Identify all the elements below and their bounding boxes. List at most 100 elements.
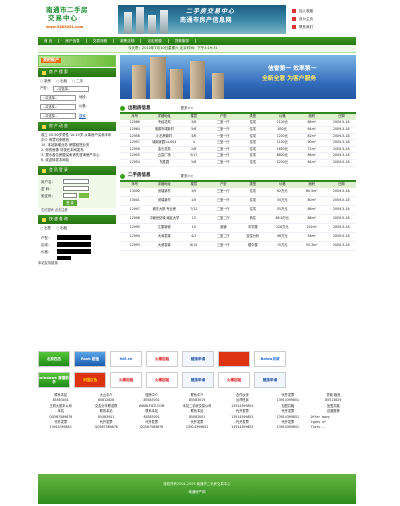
table-cell: 12993 [120, 241, 150, 252]
dynamics-item[interactable]: 6. 欢迎转发本网站 [41, 158, 113, 163]
table-row[interactable]: 12964 港源市域新村 5/6 二室一厅 住宅 650元 64m² 2009-5-18 [120, 126, 356, 134]
table-cell[interactable]: 中南世纪城 南区大学城附近 [149, 214, 179, 225]
qs-submit[interactable] [57, 256, 71, 261]
table-cell[interactable]: 云霞广场 [149, 152, 179, 161]
contact-cell: 13914399851 [49, 425, 72, 430]
table-cell[interactable]: 景瑞新村 [149, 196, 179, 207]
table-row[interactable]: 12957 城南家园14-604 4 三室一厅 住宅 1100元 90m² 2009-5-18 [120, 139, 356, 147]
table-row[interactable]: 12955 云霞广场 5/17 二室一厅 住宅 6800元 86m² 2009-5-18 [120, 152, 356, 161]
nav-item-fees[interactable]: 法定税费 [141, 38, 169, 44]
ad-banner[interactable]: Baidu百度 [254, 351, 286, 367]
table-cell[interactable]: 汇丽新城 [149, 223, 179, 234]
header-link-contact[interactable]: 联系我们 [292, 23, 352, 31]
table-cell: 64m² [297, 126, 327, 134]
nav-item-home[interactable]: 首 页 [38, 38, 60, 44]
table-row[interactable]: 12995 汇丽新城 10 用铺 写字楼 126万元 192m² 2009-5-18 [120, 223, 356, 234]
table-row[interactable]: 12994 大润发城 4/1 二室二厅 自住分析 96万元 58m² 2009-5-18 [120, 232, 356, 243]
table-row[interactable]: 13001 景瑞新村 1/5 三室一厅 住宅 55万元 80m² 2009-5-18 [120, 196, 356, 207]
select-area[interactable]: --请选择-- [40, 104, 76, 111]
nav-item-listings[interactable]: 房产信息 [59, 38, 87, 44]
ad-banner[interactable]: flash 超值 [74, 351, 106, 367]
friend-links-label[interactable]: 本站友情链接 [38, 261, 116, 267]
table-cell[interactable]: 景瑞新村 [149, 187, 179, 198]
ad-banner[interactable]: 火爆招租 [218, 372, 250, 388]
ad-banner[interactable]: 火爆招租 [110, 372, 142, 388]
table-cell[interactable]: 大润发城 [149, 241, 179, 252]
login-button[interactable]: 登 录 [63, 200, 77, 207]
select-price[interactable]: --请选择-- [40, 113, 76, 120]
table-cell: 4/6 [179, 133, 209, 141]
radio-sale[interactable]: 出售 [40, 226, 51, 230]
ad-banner[interactable]: 火爆招租 [146, 372, 178, 388]
table-cell[interactable]: 大润发城 [149, 232, 179, 243]
nav-item-policy[interactable]: 政策法规 [114, 38, 142, 44]
table-cell: 2009-5-18 [326, 196, 356, 207]
table-cell[interactable]: 港源市域新村 [149, 126, 179, 134]
table-row[interactable]: 12996中南世纪城 南区大学城附近13二室二厅商住86.6万元88m²2009… [120, 214, 356, 225]
contact-cell: Offer many [310, 414, 330, 419]
footer: 版权所有2004-2009 南通市二手房交易中心 南通房产网 [38, 474, 356, 504]
table-row[interactable]: 12997 城东大院 专业房 7/12 二室一厅 住宅 55万元 86m² 2009-5-18 [120, 205, 356, 216]
nav-item-process[interactable]: 交易流程 [87, 38, 115, 44]
table-cell[interactable]: 东胜园 [149, 159, 179, 167]
captcha-field[interactable] [63, 193, 77, 199]
table-cell[interactable]: 城东大院 专业房 [149, 205, 179, 216]
select-district[interactable]: --请选择-- [40, 95, 76, 102]
ad-banner[interactable]: fd5.cn [110, 351, 142, 367]
table-row[interactable]: 12954 东胜园 5/6 二室一厅 住宅 1200元 64m² 2009-5-18 [120, 159, 356, 167]
table-row[interactable]: 12993 大润发城 8/14 三室一厅 楼中楼 70万元 55.3m² 2009-5-18 [120, 241, 356, 252]
sale-more-link[interactable]: 更多>> [181, 174, 194, 178]
radio-rent-quick[interactable]: 出租 [56, 226, 67, 230]
header-link-favorite[interactable]: 加入收藏 [292, 7, 352, 15]
header-link-homepage[interactable]: 设为主页 [292, 15, 352, 23]
radio-new[interactable]: 新房 [40, 79, 51, 83]
table-row[interactable]: 13002 景瑞新村 3/5 三室一厅 住宅 62万元 80.5m² 2009-5-18 [120, 187, 356, 198]
contact-cell: 85583001 [98, 414, 115, 419]
password-field[interactable] [63, 186, 89, 192]
table-cell: 72m² [297, 146, 327, 154]
table-cell[interactable]: 城南家园14-604 [149, 139, 179, 147]
qs-layout-select[interactable] [57, 235, 91, 241]
login-form: 用户名： 密 码： 验证码： 登 录 [38, 175, 116, 209]
forget-password-link[interactable]: 忘记密码 点击注册 [38, 208, 116, 214]
qs-price-select[interactable] [57, 249, 91, 255]
footer-site-name[interactable]: 南通房产网 [38, 490, 356, 494]
ad-banner[interactable]: 链接申请 [182, 372, 214, 388]
ad-banner[interactable]: windows 清理助手 [38, 372, 70, 388]
table-row[interactable]: 12956 金元花苑 2/6 二室一厅 住宅 1650元 72m² 2009-5-18 [120, 146, 356, 154]
table-row[interactable]: 12966 专经花苑 3/6 二室一厅 住宅 2100元 68m² 2009-5-18 [120, 120, 356, 128]
account-strip[interactable]: 我的帐户 [38, 55, 116, 67]
table-cell: 13002 [120, 187, 150, 198]
table-cell: 4 [179, 139, 209, 147]
ad-banner[interactable] [218, 351, 250, 367]
ad-banner[interactable]: 中国红色 [74, 372, 106, 388]
table-cell[interactable]: 金元花苑 [149, 146, 179, 154]
dynamics-item[interactable]: 观工 20-30岁男性 10-15岁 从事房产买卖半年 中介 有意可来联系 [41, 133, 113, 143]
search-button[interactable]: 搜索 [79, 114, 86, 118]
select-layout[interactable]: --请选择-- [52, 86, 89, 93]
table-cell[interactable]: 小石桥新村 [149, 133, 179, 141]
ad-banner[interactable]: 北京四五 [38, 351, 70, 367]
square-icon [42, 217, 46, 222]
site-logo[interactable]: 南通市二手房 交易中心 www.5583001.com [38, 4, 116, 36]
table-cell: 2009-5-18 [326, 187, 356, 198]
ad-banner[interactable]: 链接申请 [254, 372, 286, 388]
table-cell: 5/17 [179, 152, 209, 161]
table-cell: 住宅 [238, 120, 268, 128]
ad-banner[interactable]: 火爆招租 [146, 351, 178, 367]
table-row[interactable]: 12958 小石桥新村 4/6 一室一厅 住宅 1200元 62m² 2009-5-18 [120, 133, 356, 141]
table-cell[interactable]: 专经花苑 [149, 120, 179, 128]
radio-rent[interactable]: 出租 [56, 79, 67, 83]
table-cell: 12996 [120, 214, 150, 225]
username-field[interactable] [63, 179, 89, 185]
search-box-title: 房 产 搜 索 [38, 68, 116, 77]
search-selects: 户型： --请选择-- --请选择-- 地段： --请选择-- 价格： --请选… [38, 85, 116, 121]
table-cell: 86m² [297, 152, 327, 161]
qs-layout-label: 户型： [41, 235, 52, 240]
rent-more-link[interactable]: 更多>> [181, 106, 194, 110]
ad-banner[interactable]: 链接申请 [182, 351, 214, 367]
nav-item-loans[interactable]: 贷款服务 [169, 38, 197, 44]
radio-used[interactable]: 二手 [72, 79, 83, 83]
qs-region-select[interactable] [57, 242, 91, 248]
table-cell: 3/6 [179, 120, 209, 128]
